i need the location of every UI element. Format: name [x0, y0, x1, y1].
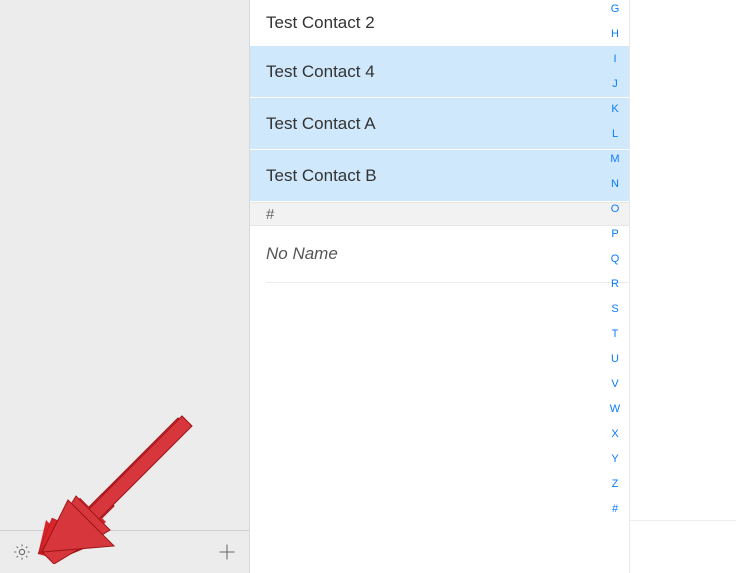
contact-detail-pane [630, 0, 736, 573]
sidebar-toolbar [0, 530, 249, 573]
index-letter[interactable]: W [605, 402, 625, 417]
contact-name: Test Contact A [266, 114, 376, 134]
settings-button[interactable] [10, 540, 34, 564]
index-letter[interactable]: J [605, 77, 625, 92]
section-header: # [250, 202, 629, 226]
contact-name: Test Contact 4 [266, 62, 375, 82]
index-letter[interactable]: X [605, 427, 625, 442]
contact-row[interactable]: Test Contact A [250, 98, 629, 150]
index-letter[interactable]: T [605, 327, 625, 342]
index-letter[interactable]: Y [605, 452, 625, 467]
index-letter[interactable]: M [605, 152, 625, 167]
contact-row[interactable]: Test Contact 4 [250, 46, 629, 98]
contacts-list[interactable]: Test Contact 2 Test Contact 4 Test Conta… [250, 0, 629, 573]
index-letter[interactable]: P [605, 227, 625, 242]
index-letter[interactable]: Z [605, 477, 625, 492]
plus-icon [217, 542, 237, 562]
detail-divider [630, 520, 736, 521]
index-letter[interactable]: O [605, 202, 625, 217]
index-letter[interactable]: I [605, 52, 625, 67]
index-letter[interactable]: G [605, 2, 625, 17]
contact-row[interactable]: No Name [250, 226, 629, 282]
index-letter[interactable]: Q [605, 252, 625, 267]
index-letter[interactable]: V [605, 377, 625, 392]
index-letter[interactable]: L [605, 127, 625, 142]
contact-row[interactable]: Test Contact B [250, 150, 629, 202]
index-letter[interactable]: U [605, 352, 625, 367]
contacts-list-column: Test Contact 2 Test Contact 4 Test Conta… [250, 0, 630, 573]
contact-name: No Name [266, 244, 338, 264]
index-letter[interactable]: K [605, 102, 625, 117]
index-letter[interactable]: N [605, 177, 625, 192]
groups-list[interactable] [0, 0, 249, 530]
index-letter[interactable]: S [605, 302, 625, 317]
section-header-label: # [266, 206, 274, 223]
index-letter[interactable]: H [605, 27, 625, 42]
row-divider [266, 282, 629, 283]
alphabet-index[interactable]: G H I J K L M N O P Q R S T U V W X Y Z … [605, 2, 625, 517]
index-letter[interactable]: R [605, 277, 625, 292]
contact-name: Test Contact B [266, 166, 377, 186]
contact-name: Test Contact 2 [266, 13, 375, 33]
contact-row[interactable]: Test Contact 2 [250, 0, 629, 46]
add-button[interactable] [215, 540, 239, 564]
gear-icon [12, 542, 32, 562]
index-letter[interactable]: # [605, 502, 625, 517]
groups-sidebar [0, 0, 250, 573]
